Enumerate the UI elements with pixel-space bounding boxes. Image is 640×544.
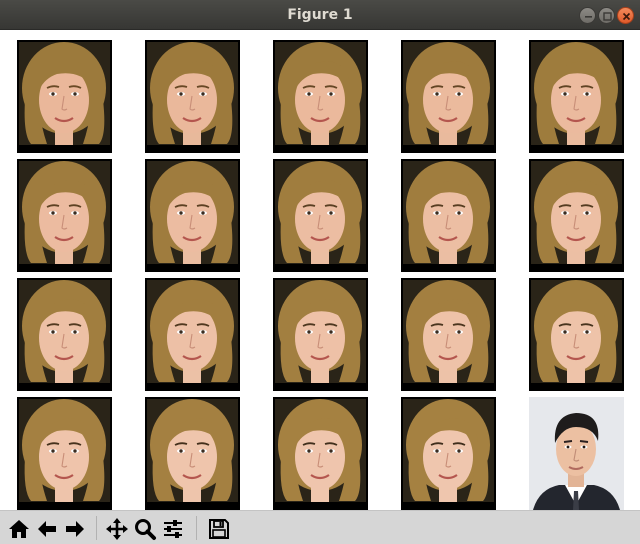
woman-portrait-image bbox=[145, 40, 240, 153]
image-tile bbox=[401, 397, 496, 510]
image-tile bbox=[145, 40, 240, 153]
woman-portrait-image bbox=[145, 159, 240, 272]
home-button[interactable] bbox=[5, 515, 31, 541]
image-tile bbox=[273, 278, 368, 391]
woman-portrait-image bbox=[17, 40, 112, 153]
image-tile bbox=[273, 397, 368, 510]
woman-portrait-image bbox=[529, 40, 624, 153]
woman-portrait-image bbox=[401, 159, 496, 272]
arrow-left-icon bbox=[38, 521, 56, 537]
navigation-toolbar bbox=[0, 510, 640, 544]
image-tile bbox=[401, 159, 496, 272]
image-tile bbox=[145, 159, 240, 272]
woman-portrait-image bbox=[273, 40, 368, 153]
arrow-right-icon bbox=[66, 521, 84, 537]
woman-portrait-image bbox=[401, 40, 496, 153]
image-tile bbox=[529, 40, 624, 153]
woman-portrait-image bbox=[17, 278, 112, 391]
sliders-icon bbox=[164, 520, 182, 538]
woman-portrait-image bbox=[273, 397, 368, 510]
woman-portrait-image bbox=[529, 159, 624, 272]
minimize-button[interactable] bbox=[579, 7, 596, 24]
image-tile bbox=[401, 40, 496, 153]
image-tile bbox=[273, 159, 368, 272]
image-tile bbox=[401, 278, 496, 391]
image-tile bbox=[17, 278, 112, 391]
close-icon bbox=[622, 12, 631, 21]
move-icon bbox=[106, 518, 128, 540]
woman-portrait-image bbox=[145, 397, 240, 510]
woman-portrait-image bbox=[401, 397, 496, 510]
image-tile bbox=[529, 278, 624, 391]
configure-subplots-button[interactable] bbox=[159, 515, 185, 541]
forward-button[interactable] bbox=[61, 515, 87, 541]
maximize-button[interactable] bbox=[598, 7, 615, 24]
woman-portrait-image bbox=[17, 397, 112, 510]
woman-portrait-image bbox=[273, 159, 368, 272]
figure-canvas[interactable] bbox=[0, 30, 640, 510]
woman-portrait-image bbox=[273, 278, 368, 391]
image-tile bbox=[17, 397, 112, 510]
zoom-icon bbox=[135, 519, 156, 540]
image-tile bbox=[273, 40, 368, 153]
back-button[interactable] bbox=[33, 515, 59, 541]
home-icon bbox=[9, 520, 29, 538]
minimize-icon bbox=[585, 16, 592, 18]
save-icon bbox=[209, 519, 229, 539]
pan-button[interactable] bbox=[103, 515, 129, 541]
image-tile bbox=[145, 397, 240, 510]
woman-portrait-image bbox=[17, 159, 112, 272]
woman-portrait-image bbox=[529, 278, 624, 391]
image-tile bbox=[529, 159, 624, 272]
image-tile bbox=[145, 278, 240, 391]
maximize-icon bbox=[603, 12, 612, 21]
image-tile bbox=[17, 40, 112, 153]
window-titlebar[interactable]: Figure 1 bbox=[0, 0, 640, 30]
save-button[interactable] bbox=[205, 515, 231, 541]
woman-portrait-image bbox=[145, 278, 240, 391]
toolbar-separator bbox=[96, 516, 97, 540]
man-portrait-image bbox=[529, 397, 624, 510]
woman-portrait-image bbox=[401, 278, 496, 391]
window-title: Figure 1 bbox=[287, 7, 353, 23]
image-tile bbox=[17, 159, 112, 272]
image-tile bbox=[529, 397, 624, 510]
close-button[interactable] bbox=[617, 7, 634, 24]
toolbar-separator bbox=[196, 516, 197, 540]
zoom-button[interactable] bbox=[131, 515, 157, 541]
